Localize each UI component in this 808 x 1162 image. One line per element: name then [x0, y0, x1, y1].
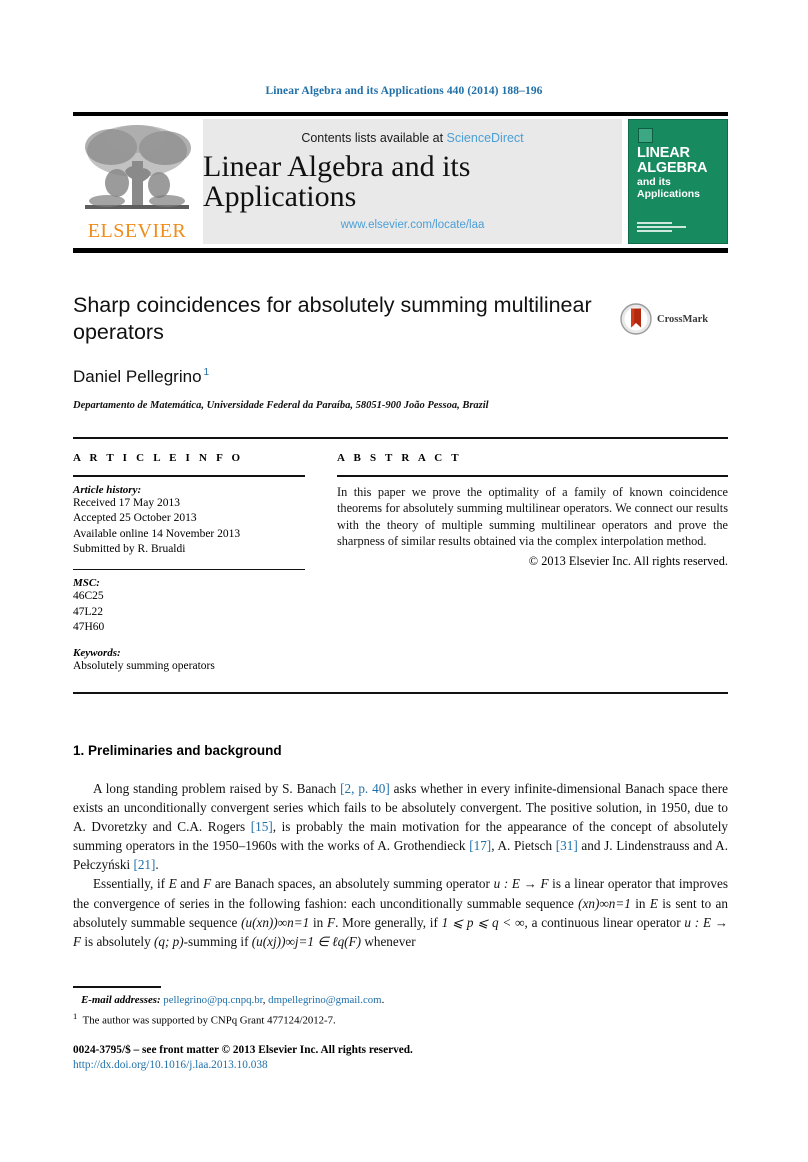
p2-part-k: -summing if — [183, 933, 252, 949]
title-block: Sharp coincidences for absolutely summin… — [73, 292, 603, 411]
math-var: F — [203, 876, 212, 892]
author-footnote-marker[interactable]: 1 — [204, 367, 210, 378]
keyword-item: Absolutely summing operators — [73, 659, 215, 672]
info-bottom-rule — [73, 692, 728, 694]
p2-part-c: are Banach spaces, an absolutely summing… — [211, 876, 494, 892]
doi-link[interactable]: http://dx.doi.org/10.1016/j.laa.2013.10.… — [73, 1058, 728, 1073]
masthead-top-rule — [73, 112, 728, 116]
p2-part-i: , a continuous linear operator — [524, 914, 685, 930]
abstract-rule — [337, 475, 728, 477]
paragraph-2: Essentially, if E and F are Banach space… — [73, 874, 728, 950]
abstract-copyright: © 2013 Elsevier Inc. All rights reserved… — [528, 553, 728, 568]
contents-available-line: Contents lists available at ScienceDirec… — [301, 131, 523, 145]
msc-label: MSC: — [73, 577, 100, 589]
history-item: Available online 14 November 2013 — [73, 527, 241, 540]
cover-emblem-icon — [638, 128, 653, 143]
p2-part-b: and — [176, 876, 204, 892]
journal-url-link[interactable]: www.elsevier.com/locate/laa — [341, 219, 485, 231]
p1-part-d: , A. Pietsch — [491, 838, 556, 854]
math-expr: (xn)∞n=1 — [578, 895, 631, 911]
journal-banner: Contents lists available at ScienceDirec… — [203, 119, 622, 244]
p1-part-a: A long standing problem raised by S. Ban… — [93, 781, 341, 796]
author-line: Daniel Pellegrino 1 — [73, 367, 603, 387]
citation-ref[interactable]: [21] — [133, 857, 155, 872]
crossmark-icon — [620, 303, 652, 335]
article-info-column: A R T I C L E I N F O Article history: R… — [73, 452, 305, 674]
math-var: F — [327, 914, 336, 930]
footnote-separator-rule — [73, 986, 161, 988]
keywords-label: Keywords: — [73, 646, 121, 659]
section-title-preliminaries: 1. Preliminaries and background — [73, 743, 282, 758]
p1-part-f: . — [155, 857, 159, 873]
running-head: Linear Algebra and its Applications 440 … — [265, 85, 543, 97]
math-expr: (q; p) — [153, 933, 184, 949]
email-link-2[interactable]: dmpellegrino@gmail.com — [268, 994, 381, 1006]
email-link-1[interactable]: pellegrino@pq.cnpq.br — [163, 994, 262, 1006]
front-matter-line: 0024-3795/$ – see front matter © 2013 El… — [73, 1044, 413, 1056]
history-item: Accepted 25 October 2013 — [73, 512, 197, 524]
p2-part-l: whenever — [361, 933, 416, 949]
contents-prefix: Contents lists available at — [301, 131, 447, 145]
affiliation: Departamento de Matemática, Universidade… — [73, 400, 489, 411]
crossmark-badge[interactable]: CrossMark — [620, 303, 708, 335]
citation-ref[interactable]: [15] — [251, 819, 273, 834]
cover-footer-lines — [637, 222, 695, 234]
footnote-marker: 1 — [73, 1010, 78, 1021]
math-var: E — [649, 895, 658, 911]
abstract-text: In this paper we prove the optimality of… — [337, 484, 728, 549]
cover-line-3: and its — [637, 176, 671, 188]
abstract-column: A B S T R A C T In this paper we prove t… — [337, 452, 728, 569]
email-label: E-mail addresses: — [81, 994, 161, 1006]
cover-line-1: LINEAR — [637, 145, 690, 161]
journal-masthead: ELSEVIER Contents lists available at Sci… — [73, 112, 728, 253]
abstract-heading: A B S T R A C T — [337, 452, 462, 464]
funding-note-text: The author was supported by CNPq Grant 4… — [82, 1014, 336, 1027]
masthead-bottom-rule — [73, 248, 728, 253]
article-info-rule — [73, 475, 305, 477]
msc-rule — [73, 568, 305, 570]
author-name: Daniel Pellegrino — [73, 367, 202, 386]
math-expr: u : E → F — [493, 876, 549, 892]
msc-item: 47H60 — [73, 621, 105, 633]
math-expr: (u(xj))∞j=1 ∈ ℓq(F) — [251, 933, 362, 949]
msc-item: 46C25 — [73, 590, 104, 602]
journal-cover-thumbnail[interactable]: LINEAR ALGEBRA and its Applications — [628, 119, 728, 244]
cover-line-4: Applications — [637, 187, 701, 200]
article-history-label: Article history: — [73, 483, 142, 496]
elsevier-logo: ELSEVIER — [73, 119, 201, 244]
p2-part-j: is absolutely — [81, 933, 154, 949]
footnotes: E-mail addresses: pellegrino@pq.cnpq.br,… — [73, 993, 728, 1029]
sciencedirect-link[interactable]: ScienceDirect — [447, 131, 524, 145]
p2-part-a: Essentially, if — [93, 876, 169, 892]
history-item: Submitted by R. Brualdi — [73, 543, 186, 555]
article-first-page: Linear Algebra and its Applications 440 … — [0, 0, 808, 1162]
paragraph-1: A long standing problem raised by S. Ban… — [73, 779, 728, 874]
p2-part-h: . More generally, if — [335, 914, 442, 930]
math-expr: (u(xn))∞n=1 — [241, 914, 310, 930]
article-info-heading: A R T I C L E I N F O — [73, 452, 244, 464]
cover-line-2: ALGEBRA — [637, 160, 708, 176]
body-text: A long standing problem raised by S. Ban… — [73, 779, 728, 951]
cover-title-top: LINEAR ALGEBRA — [637, 146, 707, 176]
math-var: E — [168, 876, 177, 892]
p2-part-e: in — [630, 895, 650, 911]
citation-ref[interactable]: [2, p. 40] — [340, 781, 390, 796]
citation-ref[interactable]: [17] — [469, 838, 491, 853]
math-expr: 1 ⩽ p ⩽ q < ∞ — [441, 914, 525, 930]
msc-item: 47L22 — [73, 605, 104, 618]
page-title: Sharp coincidences for absolutely summin… — [73, 293, 592, 344]
citation-ref[interactable]: [31] — [556, 838, 578, 853]
history-item: Received 17 May 2013 — [73, 496, 180, 509]
funding-footnote: 1 The author was supported by CNPq Grant… — [73, 1009, 728, 1029]
cover-title-bottom: and its Applications — [637, 176, 701, 200]
email-footnote: E-mail addresses: pellegrino@pq.cnpq.br,… — [81, 994, 385, 1006]
colophon: 0024-3795/$ – see front matter © 2013 El… — [73, 1043, 728, 1073]
journal-title: Linear Algebra and its Applications — [203, 150, 471, 213]
elsevier-wordmark: ELSEVIER — [87, 220, 187, 242]
elsevier-tree-icon — [85, 125, 191, 209]
email-suffix: . — [381, 994, 385, 1006]
crossmark-label: CrossMark — [657, 313, 709, 325]
p2-part-g: in — [309, 914, 328, 930]
info-top-rule — [73, 437, 728, 439]
